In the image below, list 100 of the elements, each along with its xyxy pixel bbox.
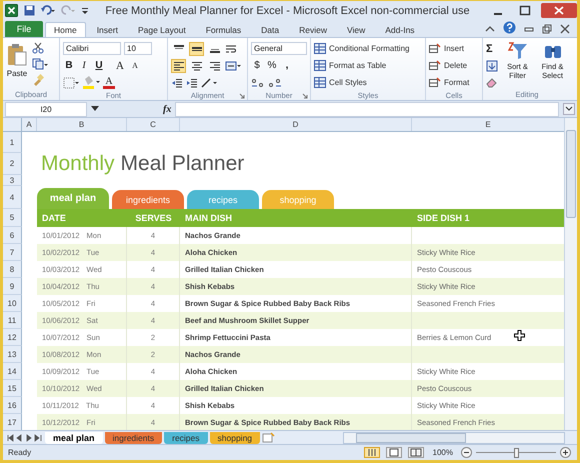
- bold-button[interactable]: B: [63, 58, 75, 72]
- comma-button[interactable]: ,: [281, 58, 293, 72]
- sheet-tab[interactable]: recipes: [164, 432, 208, 444]
- styles-menu-button[interactable]: Conditional Formatting: [329, 44, 410, 53]
- cells-menu-button[interactable]: Format: [444, 78, 470, 87]
- font-color-button[interactable]: A: [103, 76, 115, 89]
- number-format-dropdown[interactable]: General: [251, 42, 307, 55]
- restore-icon[interactable]: [542, 24, 552, 34]
- slider-thumb[interactable]: [514, 448, 519, 458]
- row-header[interactable]: 14: [3, 363, 22, 380]
- page-layout-view-icon[interactable]: [386, 447, 402, 458]
- increase-indent-icon[interactable]: [186, 78, 198, 88]
- styles-menu-button[interactable]: Cell Styles: [329, 78, 367, 87]
- percent-button[interactable]: %: [266, 58, 278, 72]
- shrink-font-button[interactable]: A: [129, 58, 141, 72]
- status-text: Ready: [8, 448, 32, 457]
- row-header[interactable]: 9: [3, 278, 22, 295]
- formula-input[interactable]: [175, 102, 559, 116]
- row-header[interactable]: 3: [3, 175, 22, 186]
- scissors-icon[interactable]: [32, 42, 44, 54]
- zoom-level[interactable]: 100%: [432, 448, 453, 457]
- row-header[interactable]: 11: [3, 312, 22, 329]
- close-icon[interactable]: [541, 3, 577, 18]
- cells-menu-button[interactable]: Delete: [444, 61, 468, 70]
- eraser-icon[interactable]: [486, 76, 498, 88]
- close-icon[interactable]: [560, 24, 570, 34]
- row-header[interactable]: 12: [3, 329, 22, 346]
- normal-view-icon[interactable]: [364, 447, 380, 458]
- row-header[interactable]: 5: [3, 209, 22, 227]
- ribbon-tab[interactable]: Page Layout: [128, 22, 195, 37]
- autosum-button[interactable]: Σ: [486, 42, 498, 56]
- zoom-out-icon[interactable]: [461, 447, 472, 458]
- column-heading: SERVES: [127, 209, 180, 227]
- ribbon-tab[interactable]: Add-Ins: [376, 22, 424, 37]
- ribbon-tab[interactable]: View: [338, 22, 374, 37]
- decrease-indent-icon[interactable]: [171, 78, 183, 88]
- insert-sheet-icon[interactable]: [262, 432, 276, 443]
- ribbon-tab[interactable]: Home: [45, 22, 86, 37]
- help-icon[interactable]: [503, 21, 516, 34]
- italic-button[interactable]: I: [78, 58, 90, 72]
- copy-icon[interactable]: [32, 58, 48, 70]
- column-header[interactable]: B: [37, 118, 127, 131]
- row-header[interactable]: 17: [3, 414, 22, 430]
- column-header[interactable]: C: [127, 118, 180, 131]
- zoom-in-icon[interactable]: [560, 447, 571, 458]
- column-header[interactable]: A: [22, 118, 37, 131]
- increase-decimal-icon[interactable]: [251, 78, 265, 88]
- row-header[interactable]: 8: [3, 261, 22, 278]
- row-header[interactable]: 2: [3, 153, 22, 175]
- ribbon-tab[interactable]: Formulas: [196, 22, 250, 37]
- merge-center-icon[interactable]: [225, 60, 241, 70]
- row-header[interactable]: 4: [3, 186, 22, 209]
- row-header[interactable]: 13: [3, 346, 22, 363]
- file-tab[interactable]: File: [5, 21, 43, 37]
- undo-icon[interactable]: [41, 5, 55, 16]
- name-box[interactable]: I20: [5, 102, 87, 116]
- cells-menu-button[interactable]: Insert: [444, 44, 464, 53]
- ribbon-tab[interactable]: Insert: [88, 22, 127, 37]
- styles-menu-button[interactable]: Format as Table: [329, 61, 386, 70]
- dialog-launcher-icon[interactable]: [239, 93, 245, 99]
- font-name-dropdown[interactable]: Calibri: [63, 42, 121, 55]
- orientation-icon[interactable]: [201, 78, 217, 88]
- row-header[interactable]: 10: [3, 295, 22, 312]
- minimize-ribbon-icon[interactable]: [485, 24, 495, 34]
- sheet-tab[interactable]: meal plan: [45, 432, 103, 444]
- paste-button[interactable]: Paste: [6, 41, 28, 89]
- expand-icon[interactable]: [563, 103, 575, 115]
- wrap-text-icon[interactable]: [225, 44, 237, 54]
- row-header[interactable]: 6: [3, 227, 22, 244]
- align-icon: [208, 60, 220, 70]
- sheet-tab[interactable]: shopping: [210, 432, 260, 444]
- dialog-launcher-icon[interactable]: [302, 93, 308, 99]
- row-header[interactable]: 16: [3, 397, 22, 414]
- underline-button[interactable]: U: [93, 58, 105, 72]
- sheet-title: Meal Planner: [120, 153, 244, 175]
- ribbon-tab[interactable]: Review: [290, 22, 336, 37]
- ribbon-tab[interactable]: Data: [252, 22, 288, 37]
- horizontal-align-button[interactable]: [171, 58, 186, 72]
- insert-function-button[interactable]: fx: [163, 104, 172, 114]
- row-header[interactable]: 15: [3, 380, 22, 397]
- row-header[interactable]: 7: [3, 244, 22, 261]
- customize-toolbar-icon[interactable]: [81, 6, 89, 16]
- fill-down-icon[interactable]: [486, 60, 498, 72]
- decrease-decimal-icon[interactable]: [268, 78, 282, 88]
- vertical-scrollbar[interactable]: [564, 118, 577, 430]
- borders-icon[interactable]: [63, 76, 79, 88]
- save-icon[interactable]: [24, 5, 35, 16]
- grow-font-button[interactable]: A: [114, 58, 126, 72]
- vertical-align-button[interactable]: [189, 42, 204, 56]
- fill-color-icon[interactable]: [82, 76, 100, 89]
- font-size-dropdown[interactable]: 10: [124, 42, 152, 55]
- sheet-navigation-icon[interactable]: [7, 434, 43, 442]
- cells-icon: [429, 77, 441, 88]
- column-header[interactable]: D: [180, 118, 412, 131]
- dropdown-arrow-icon[interactable]: [91, 106, 99, 112]
- horizontal-scrollbar[interactable]: [343, 432, 565, 444]
- row-header[interactable]: 1: [3, 132, 22, 153]
- currency-button[interactable]: $: [251, 58, 263, 72]
- page-break-view-icon[interactable]: [408, 447, 424, 458]
- sheet-tab[interactable]: ingredients: [104, 432, 162, 444]
